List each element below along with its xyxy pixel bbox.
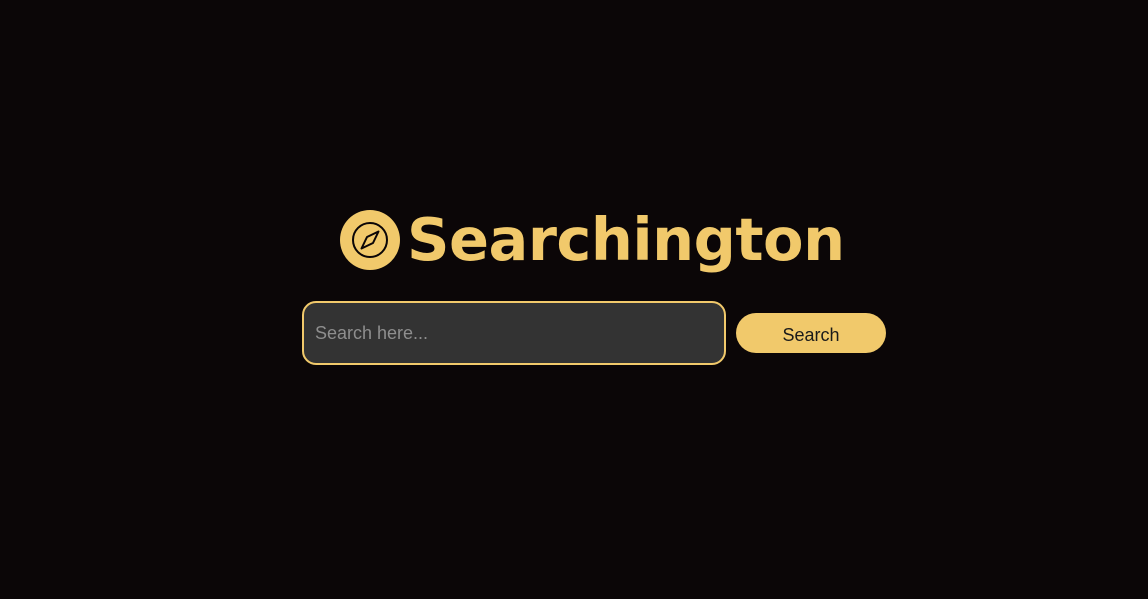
brand-header: Searchington xyxy=(340,205,845,275)
site-title: Searchington xyxy=(407,205,845,274)
page: Searchington Search xyxy=(0,0,1148,599)
compass-icon xyxy=(340,210,400,270)
search-input[interactable] xyxy=(302,301,726,365)
search-button[interactable]: Search xyxy=(736,313,886,353)
